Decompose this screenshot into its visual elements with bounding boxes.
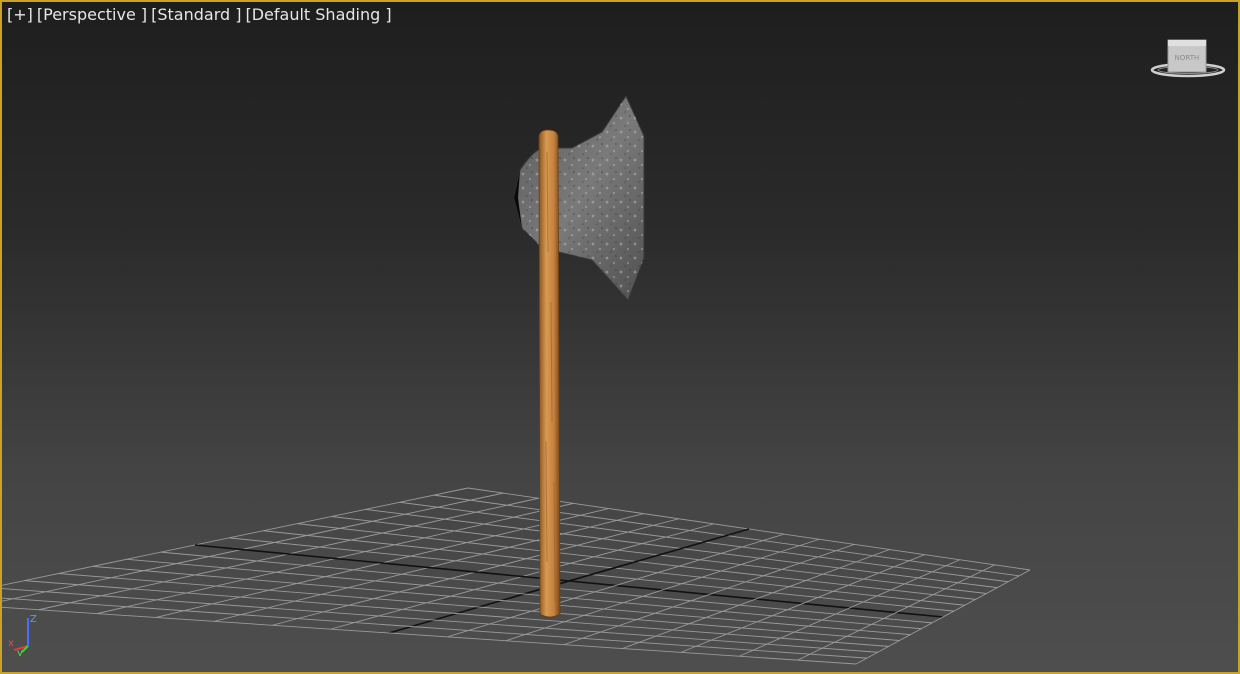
grid-line [855, 569, 1031, 665]
viewport-plus-menu[interactable]: [+] [7, 5, 33, 24]
grid-line [92, 565, 911, 636]
viewport-label-menu: [+] [Perspective ] [Standard ] [Default Sha… [7, 5, 396, 24]
axis-z-label: Z [30, 614, 37, 625]
scene-canvas[interactable] [2, 2, 1238, 672]
grid-line [58, 573, 900, 641]
viewport-shading-label[interactable]: [Default Shading ] [245, 5, 391, 24]
viewport-mode-label[interactable]: [Standard ] [151, 5, 241, 24]
perspective-viewport[interactable]: [+] [Perspective ] [Standard ] [Default Sha… [0, 0, 1240, 674]
viewcube-icon[interactable]: NORTH [1148, 36, 1228, 82]
grid-line [24, 580, 889, 647]
axe-handle[interactable] [538, 129, 561, 618]
grid-line [797, 564, 996, 661]
viewport-view-label[interactable]: [Perspective ] [37, 5, 147, 24]
axis-y-label: y [17, 648, 23, 656]
grid-line [563, 543, 855, 646]
axis-tripod-icon: Z x y [8, 614, 37, 656]
axe-blade-texture [514, 96, 644, 300]
axis-x-label: x [8, 638, 14, 649]
viewcube-face-label: NORTH [1175, 54, 1200, 62]
axe-model[interactable] [513, 94, 645, 618]
home-grid [2, 487, 1031, 665]
grid-line [2, 597, 867, 659]
